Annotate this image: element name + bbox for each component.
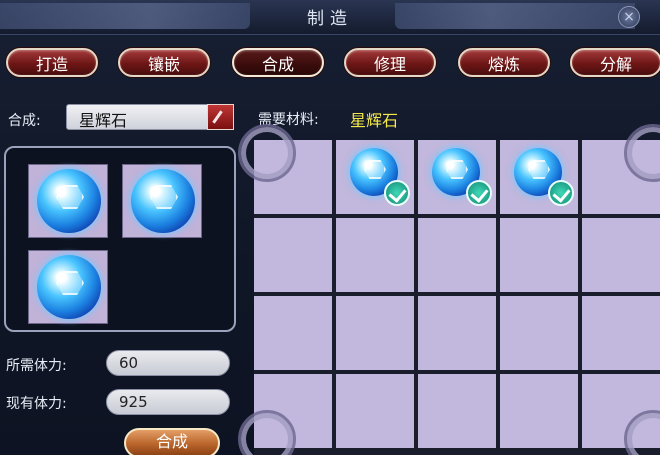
grid-cell[interactable] xyxy=(336,374,414,448)
window-title: 制造 xyxy=(307,9,353,29)
grid-cell[interactable] xyxy=(418,218,496,292)
inventory-slot[interactable] xyxy=(122,164,202,238)
crafting-window: 制造 × 打造 镶嵌 合成 修理 熔炼 分解 合成: 星辉石 需要材料: 星辉石… xyxy=(0,0,660,455)
check-icon xyxy=(466,180,492,206)
title-decoration-left xyxy=(0,3,250,29)
grid-cell[interactable] xyxy=(582,140,660,214)
tab-repair[interactable]: 修理 xyxy=(344,48,436,77)
grid-cell[interactable] xyxy=(582,296,660,370)
grid-cell[interactable] xyxy=(582,218,660,292)
grid-cell[interactable] xyxy=(418,374,496,448)
blue-gem-icon xyxy=(37,255,101,319)
required-stamina-label: 所需体力: xyxy=(6,358,67,374)
grid-cell[interactable] xyxy=(582,374,660,448)
tab-synthesis[interactable]: 合成 xyxy=(232,48,324,77)
tab-disassemble[interactable]: 分解 xyxy=(570,48,660,77)
check-icon xyxy=(548,180,574,206)
grid-item xyxy=(432,148,492,206)
inventory-slot[interactable] xyxy=(28,250,108,324)
grid-cell[interactable] xyxy=(336,140,414,214)
required-material-value: 星辉石 xyxy=(350,111,399,130)
grid-cell[interactable] xyxy=(254,374,332,448)
current-stamina-label: 现有体力: xyxy=(6,396,67,412)
title-decoration-right xyxy=(395,3,635,29)
grid-cell[interactable] xyxy=(254,296,332,370)
title-bar[interactable]: 制造 × xyxy=(0,0,660,35)
tab-forge[interactable]: 打造 xyxy=(6,48,98,77)
recipe-label: 合成: xyxy=(8,113,41,129)
close-button[interactable]: × xyxy=(618,6,640,28)
blue-gem-icon xyxy=(37,169,101,233)
recipe-selected-value: 星辉石 xyxy=(79,111,128,130)
tab-smelt[interactable]: 熔炼 xyxy=(458,48,550,77)
grid-item xyxy=(350,148,410,206)
current-stamina-field: 925 xyxy=(106,389,230,415)
grid-item xyxy=(514,148,574,206)
material-inventory-panel xyxy=(4,146,236,332)
grid-cell[interactable] xyxy=(254,140,332,214)
synthesis-grid xyxy=(238,124,660,455)
grid-cell[interactable] xyxy=(336,218,414,292)
close-icon: × xyxy=(623,9,635,25)
grid-cell[interactable] xyxy=(418,140,496,214)
blue-gem-icon xyxy=(131,169,195,233)
grid-cell[interactable] xyxy=(500,296,578,370)
grid-cell[interactable] xyxy=(500,218,578,292)
check-icon xyxy=(384,180,410,206)
craft-button[interactable]: 合成 xyxy=(124,428,220,455)
grid-cell[interactable] xyxy=(500,374,578,448)
grid-cell[interactable] xyxy=(254,218,332,292)
grid-cell[interactable] xyxy=(336,296,414,370)
recipe-dropdown-button[interactable] xyxy=(207,104,234,130)
grid-cell[interactable] xyxy=(418,296,496,370)
required-material-label: 需要材料: xyxy=(258,112,319,128)
tab-inlay[interactable]: 镶嵌 xyxy=(118,48,210,77)
inventory-slot[interactable] xyxy=(28,164,108,238)
required-stamina-field: 60 xyxy=(106,350,230,376)
grid-cell[interactable] xyxy=(500,140,578,214)
